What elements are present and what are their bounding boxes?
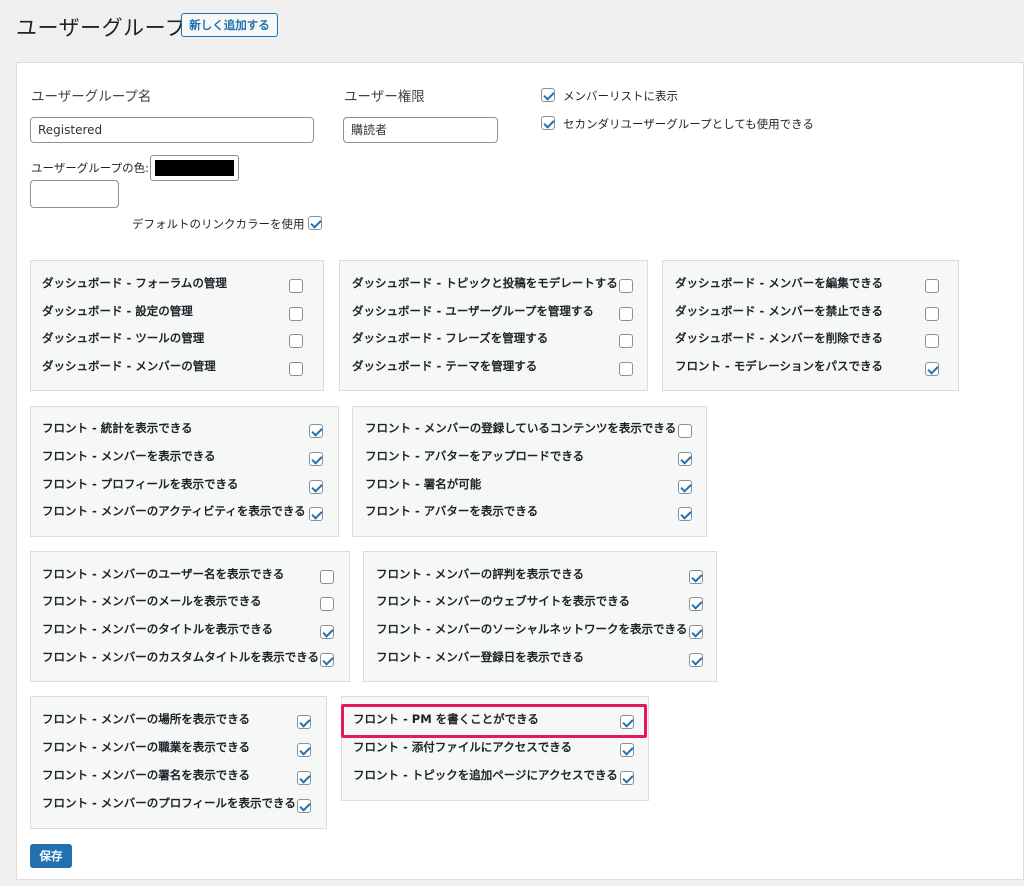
perm-checkbox[interactable] (309, 452, 323, 466)
perm-checkbox[interactable] (925, 307, 939, 321)
color-hex-input[interactable] (30, 180, 119, 208)
perm-label: フロント - メンバーのプロフィールを表示できる (42, 796, 296, 810)
perm-checkbox[interactable] (925, 362, 939, 376)
perm-label: ダッシュボード - メンバーを編集できる (675, 276, 884, 290)
perm-label: ダッシュボード - テーマを管理する (352, 359, 538, 373)
perm-label: フロント - メンバーのタイトルを表示できる (42, 622, 274, 636)
perm-checkbox[interactable] (309, 424, 323, 438)
color-swatch (155, 160, 234, 176)
perm-label: フロント - モデレーションをパスできる (675, 359, 883, 373)
perm-checkbox[interactable] (297, 743, 311, 757)
perm-label: フロント - メンバーを表示できる (42, 449, 216, 463)
color-picker-button[interactable] (150, 155, 239, 181)
perm-label: フロント - メンバーのカスタムタイトルを表示できる (42, 650, 320, 664)
perm-checkbox[interactable] (320, 597, 334, 611)
perm-checkbox[interactable] (619, 307, 633, 321)
add-new-button[interactable]: 新しく追加する (181, 13, 278, 37)
perm-checkbox[interactable] (320, 570, 334, 584)
perm-checkbox[interactable] (289, 334, 303, 348)
perm-label: フロント - メンバーのソーシャルネットワークを表示できる (376, 622, 688, 636)
perm-label: ダッシュボード - メンバーを禁止できる (675, 304, 884, 318)
perm-checkbox[interactable] (289, 279, 303, 293)
perm-checkbox[interactable] (289, 307, 303, 321)
perm-checkbox[interactable] (925, 279, 939, 293)
perm-label: フロント - メンバーのメールを表示できる (42, 594, 262, 608)
perm-label: フロント - メンバーの場所を表示できる (42, 712, 251, 726)
perm-label: フロント - アバターを表示できる (365, 504, 539, 518)
perm-checkbox[interactable] (678, 507, 692, 521)
perm-checkbox[interactable] (689, 625, 703, 639)
perm-label: フロント - メンバーの職業を表示できる (42, 740, 251, 754)
group-color-label: ユーザーグループの色: (31, 161, 149, 175)
user-permission-input[interactable]: 購読者 (343, 117, 498, 143)
group-name-label: ユーザーグループ名 (31, 89, 152, 105)
perm-checkbox[interactable] (297, 799, 311, 813)
perm-checkbox[interactable] (309, 507, 323, 521)
perm-label: フロント - メンバーの署名を表示できる (42, 768, 251, 782)
group-name-input[interactable]: Registered (30, 117, 314, 143)
perm-label: フロント - メンバーのユーザー名を表示できる (42, 567, 285, 581)
perm-label: ダッシュボード - 設定の管理 (42, 304, 193, 318)
perm-label: ダッシュボード - フレーズを管理する (352, 331, 549, 345)
page-title: ユーザーグループ (16, 16, 187, 40)
perm-label: ダッシュボード - ユーザーグループを管理する (352, 304, 594, 318)
perm-label: フロント - メンバーの登録しているコンテンツを表示できる (365, 421, 677, 435)
perm-label: フロント - アバターをアップロードできる (365, 449, 585, 463)
perm-checkbox[interactable] (320, 625, 334, 639)
default-link-color-checkbox[interactable] (308, 216, 322, 230)
perm-checkbox[interactable] (619, 334, 633, 348)
perm-checkbox[interactable] (620, 743, 634, 757)
show-in-memberlist-label: メンバーリストに表示 (563, 89, 678, 103)
perm-checkbox[interactable] (689, 597, 703, 611)
perm-label: フロント - プロフィールを表示できる (42, 477, 239, 491)
perm-checkbox[interactable] (289, 362, 303, 376)
perm-checkbox[interactable] (689, 570, 703, 584)
perm-checkbox[interactable] (620, 771, 634, 785)
perm-checkbox[interactable] (297, 771, 311, 785)
perm-checkbox[interactable] (619, 279, 633, 293)
perm-label: フロント - メンバー登録日を表示できる (376, 650, 585, 664)
secondary-group-checkbox[interactable] (541, 116, 555, 130)
perm-checkbox[interactable] (309, 480, 323, 494)
perm-checkbox[interactable] (678, 480, 692, 494)
perm-checkbox[interactable] (689, 653, 703, 667)
perm-checkbox[interactable] (678, 452, 692, 466)
perm-checkbox[interactable] (297, 715, 311, 729)
show-in-memberlist-checkbox[interactable] (541, 88, 555, 102)
perm-label: フロント - 添付ファイルにアクセスできる (353, 740, 572, 754)
highlight-annotation (341, 704, 647, 738)
perm-checkbox[interactable] (678, 424, 692, 438)
perm-label: フロント - 統計を表示できる (42, 421, 193, 435)
default-link-color-label: デフォルトのリンクカラーを使用 (132, 217, 305, 231)
perm-label: フロント - メンバーの評判を表示できる (376, 567, 585, 581)
perm-label: フロント - トピックを追加ページにアクセスできる (353, 768, 618, 782)
save-button[interactable]: 保存 (30, 844, 72, 868)
perm-label: フロント - メンバーのアクティビティを表示できる (42, 504, 306, 518)
perm-label: ダッシュボード - ツールの管理 (42, 331, 205, 345)
perm-label: ダッシュボード - トピックと投稿をモデレートする (352, 276, 618, 290)
perm-label: ダッシュボード - メンバーを削除できる (675, 331, 884, 345)
perm-label: フロント - メンバーのウェブサイトを表示できる (376, 594, 631, 608)
perm-checkbox[interactable] (925, 334, 939, 348)
perm-label: ダッシュボード - メンバーの管理 (42, 359, 216, 373)
perm-label: フロント - 署名が可能 (365, 477, 482, 491)
perm-checkbox[interactable] (320, 653, 334, 667)
perm-checkbox[interactable] (619, 362, 633, 376)
user-permission-label: ユーザー権限 (344, 89, 425, 105)
perm-label: ダッシュボード - フォーラムの管理 (42, 276, 227, 290)
secondary-group-label: セカンダリユーザーグループとしても使用できる (563, 117, 814, 131)
